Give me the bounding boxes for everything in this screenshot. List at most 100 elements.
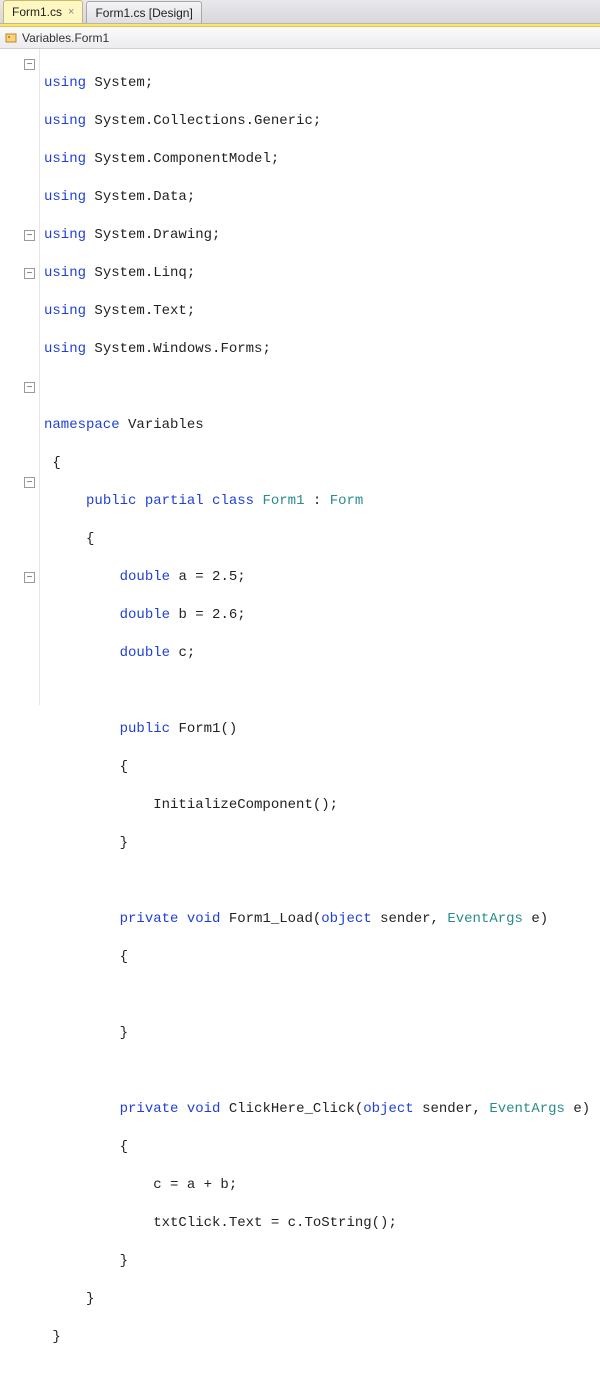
tab-form1-design[interactable]: Form1.cs [Design]	[86, 1, 201, 23]
gutter-row	[0, 188, 39, 207]
fold-gutter: − − − − − −	[0, 49, 40, 705]
indent	[44, 569, 120, 585]
keyword: private	[120, 911, 179, 927]
code-text: e)	[523, 911, 548, 927]
fold-toggle-icon[interactable]: −	[24, 59, 35, 70]
code-text: System.ComponentModel;	[86, 151, 279, 167]
code-text: Form1_Load(	[220, 911, 321, 927]
code-text: }	[44, 834, 590, 853]
keyword: using	[44, 227, 86, 243]
gutter-row: −	[0, 473, 39, 492]
keyword: object	[321, 911, 371, 927]
keyword: using	[44, 189, 86, 205]
fold-toggle-icon[interactable]: −	[24, 477, 35, 488]
gutter-row	[0, 587, 39, 606]
gutter-row	[0, 663, 39, 682]
code-editor[interactable]: − − − − − − using System; using System.Collec…	[0, 49, 600, 705]
code-text: txtClick.Text = c.ToString();	[44, 1214, 590, 1233]
code-text: Variables	[120, 417, 204, 433]
blank-line	[44, 872, 590, 891]
gutter-row: −	[0, 568, 39, 587]
code-text: System;	[86, 75, 153, 91]
keyword: using	[44, 151, 86, 167]
type: Form	[330, 493, 364, 509]
blank-line	[44, 1062, 590, 1081]
tab-form1-cs[interactable]: Form1.cs ×	[3, 0, 83, 23]
keyword: public	[86, 493, 136, 509]
code-text: }	[44, 1252, 590, 1271]
code-text: }	[44, 1024, 590, 1043]
code-text: sender,	[414, 1101, 490, 1117]
keyword: using	[44, 303, 86, 319]
blank-line	[44, 986, 590, 1005]
gutter-row	[0, 112, 39, 131]
gutter-row	[0, 283, 39, 302]
keyword: using	[44, 341, 86, 357]
tab-bar: Form1.cs × Form1.cs [Design]	[0, 0, 600, 24]
code-text: {	[44, 758, 590, 777]
gutter-row	[0, 701, 39, 720]
gutter-row: −	[0, 264, 39, 283]
gutter-row	[0, 625, 39, 644]
code-text: System.Data;	[86, 189, 195, 205]
code-text: e)	[565, 1101, 590, 1117]
gutter-row	[0, 530, 39, 549]
keyword: private	[120, 1101, 179, 1117]
keyword: namespace	[44, 417, 120, 433]
gutter-row	[0, 359, 39, 378]
gutter-row	[0, 397, 39, 416]
gutter-row	[0, 245, 39, 264]
code-text: System.Text;	[86, 303, 195, 319]
code-text: :	[305, 493, 330, 509]
gutter-row	[0, 435, 39, 454]
code-text: }	[44, 1290, 590, 1309]
code-text: {	[44, 454, 590, 473]
fold-toggle-icon[interactable]: −	[24, 268, 35, 279]
indent	[44, 911, 120, 927]
gutter-row	[0, 93, 39, 112]
keyword: object	[363, 1101, 413, 1117]
fold-toggle-icon[interactable]: −	[24, 230, 35, 241]
gutter-row	[0, 207, 39, 226]
code-text: System.Linq;	[86, 265, 195, 281]
close-icon[interactable]: ×	[68, 7, 74, 18]
code-text: }	[44, 1328, 590, 1347]
gutter-row	[0, 682, 39, 701]
gutter-row: −	[0, 226, 39, 245]
keyword: using	[44, 75, 86, 91]
fold-toggle-icon[interactable]: −	[24, 572, 35, 583]
gutter-row	[0, 302, 39, 321]
gutter-row	[0, 416, 39, 435]
indent	[44, 493, 86, 509]
code-text: InitializeComponent();	[44, 796, 590, 815]
keyword: using	[44, 113, 86, 129]
gutter-row	[0, 169, 39, 188]
gutter-row	[0, 340, 39, 359]
type: Form1	[254, 493, 304, 509]
indent	[44, 607, 120, 623]
keyword: double	[120, 569, 170, 585]
gutter-row	[0, 74, 39, 93]
keyword: class	[204, 493, 254, 509]
keyword: double	[120, 645, 170, 661]
keyword: void	[178, 1101, 220, 1117]
code-area[interactable]: using System; using System.Collections.G…	[40, 49, 590, 705]
indent	[44, 1101, 120, 1117]
gutter-row: −	[0, 378, 39, 397]
keyword: using	[44, 265, 86, 281]
tab-label: Form1.cs [Design]	[95, 6, 192, 20]
code-text: b = 2.6;	[170, 607, 246, 623]
gutter-row	[0, 606, 39, 625]
breadcrumb-bar[interactable]: Variables.Form1	[0, 27, 600, 49]
gutter-row	[0, 454, 39, 473]
keyword: void	[178, 911, 220, 927]
gutter-row	[0, 511, 39, 530]
code-text: ClickHere_Click(	[220, 1101, 363, 1117]
code-text: a = 2.5;	[170, 569, 246, 585]
fold-toggle-icon[interactable]: −	[24, 382, 35, 393]
indent	[44, 721, 120, 737]
code-text: c;	[170, 645, 195, 661]
blank-line	[44, 682, 590, 701]
type: EventArgs	[489, 1101, 565, 1117]
gutter-row	[0, 321, 39, 340]
